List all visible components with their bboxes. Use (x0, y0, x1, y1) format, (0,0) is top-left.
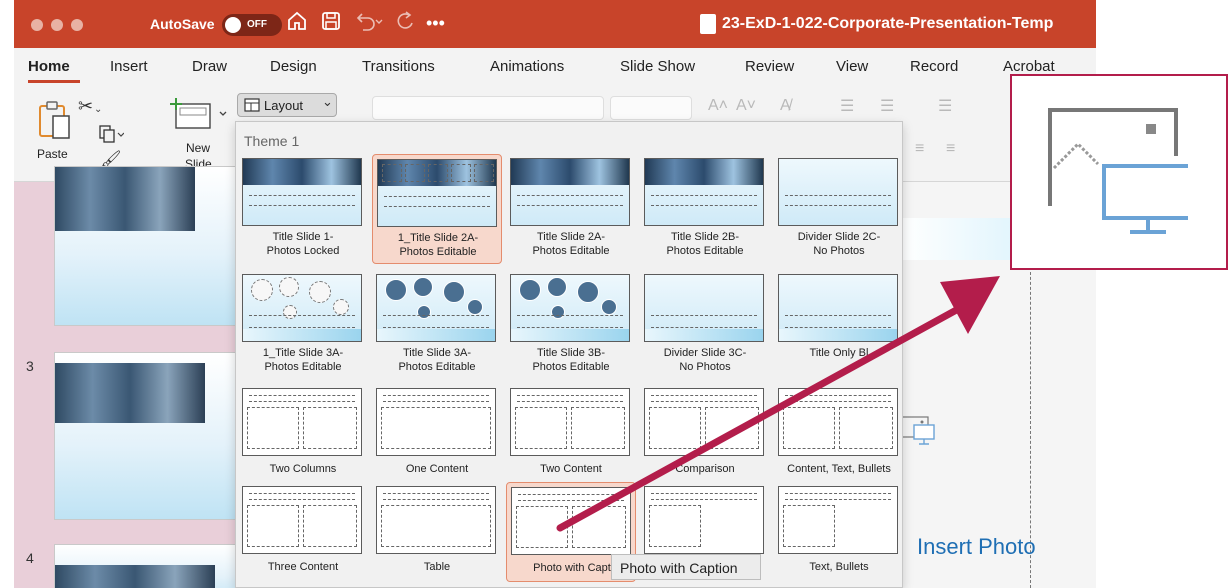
pointer-arrow (556, 276, 1000, 532)
powerpoint-window: AutoSave OFF ••• 23-ExD-1-022-Corporate-… (0, 0, 1230, 588)
